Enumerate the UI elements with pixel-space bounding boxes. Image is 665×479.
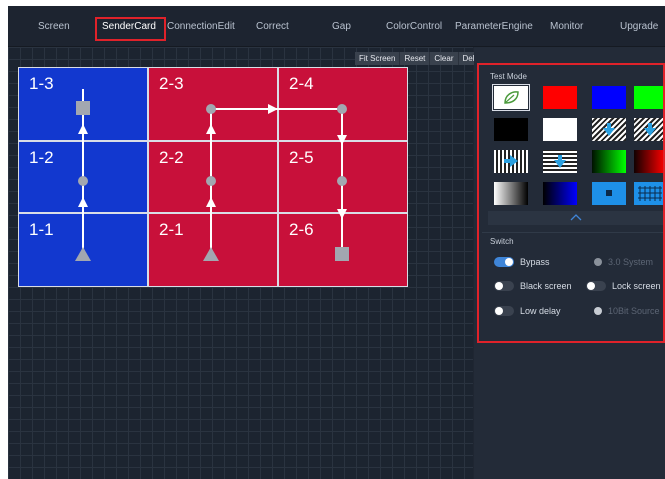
tab-colorcontrol[interactable]: ColorControl <box>386 18 442 36</box>
settings-highlight <box>477 63 665 343</box>
tab-connectionedit[interactable]: ConnectionEdit <box>167 18 235 36</box>
layout-canvas[interactable]: Fit Screen Reset Clear Del 1-3 2-3 2-4 1… <box>8 47 480 479</box>
tab-upgrade[interactable]: Upgrade <box>620 18 658 36</box>
tab-parameterengine[interactable]: ParameterEngine <box>455 18 533 36</box>
app-window: Screen SenderCard ConnectionEdit Correct… <box>8 6 665 479</box>
active-tab-highlight <box>95 17 166 41</box>
tab-gap[interactable]: Gap <box>332 18 351 36</box>
tab-monitor[interactable]: Monitor <box>550 18 583 36</box>
tab-correct[interactable]: Correct <box>256 18 289 36</box>
tab-screen[interactable]: Screen <box>38 18 70 36</box>
connection-path <box>75 89 349 261</box>
